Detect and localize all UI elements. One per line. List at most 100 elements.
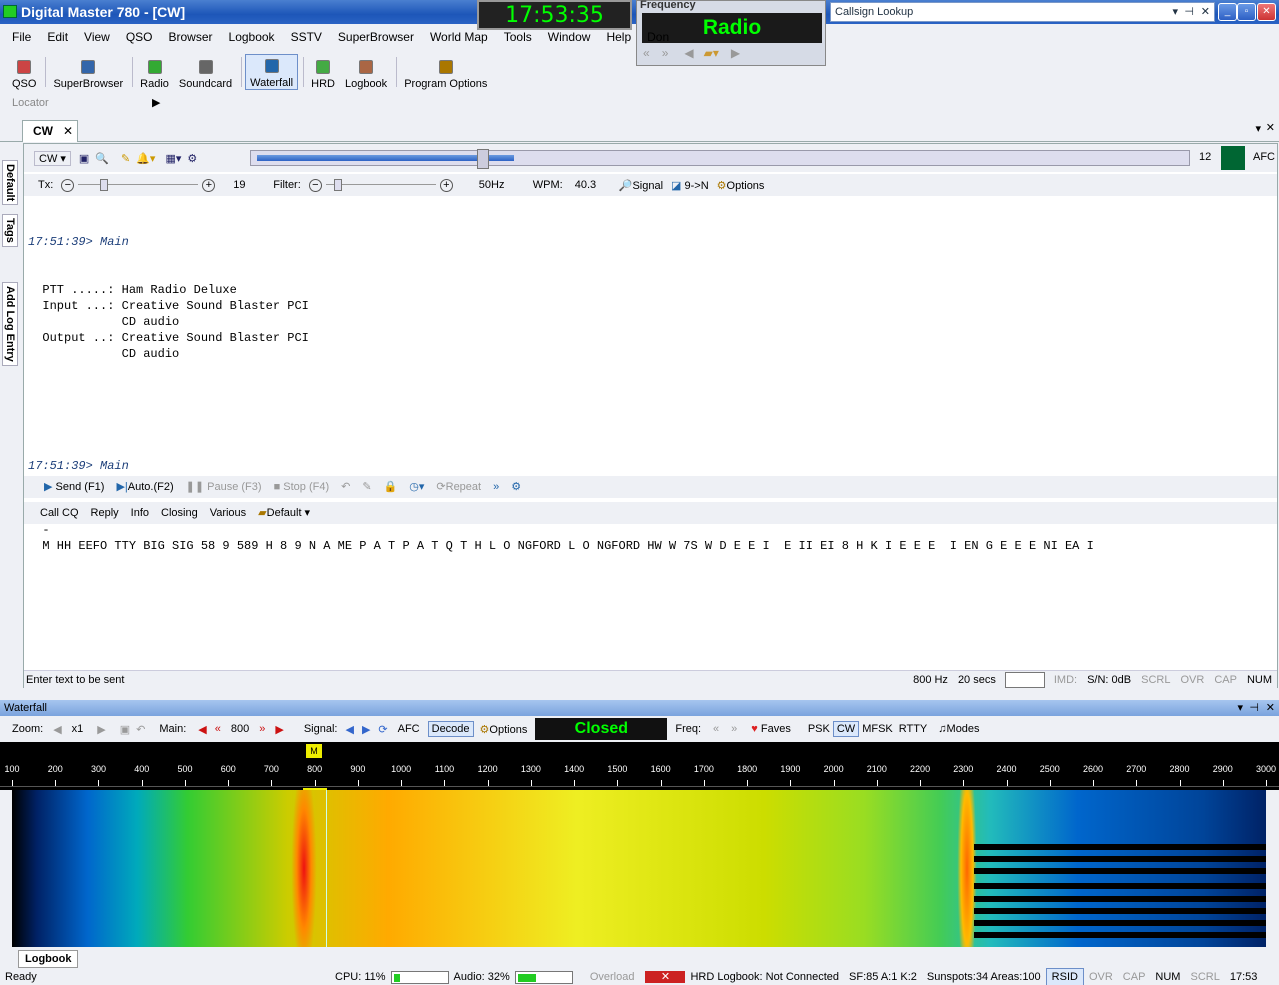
settings-icon[interactable]: ⚙: [505, 476, 527, 498]
mode-psk-button[interactable]: PSK: [805, 722, 833, 736]
tab-cw[interactable]: CW ✕: [22, 120, 78, 142]
toolbar-radio-button[interactable]: Radio: [136, 54, 173, 90]
mode-rtty-button[interactable]: RTTY: [896, 722, 931, 736]
tx-increase-button[interactable]: +: [202, 178, 216, 192]
macro-call-cq-button[interactable]: Call CQ: [34, 502, 85, 524]
macro-reply-button[interactable]: Reply: [85, 502, 125, 524]
toolbar-logbook-button[interactable]: Logbook: [341, 54, 391, 90]
eraser-icon[interactable]: ✎: [356, 476, 377, 498]
layout-icon[interactable]: ▦▾: [165, 152, 181, 165]
close-icon[interactable]: ✕: [1201, 3, 1210, 21]
zoom-out-icon[interactable]: ◀: [53, 723, 61, 736]
menu-tools[interactable]: Tools: [496, 27, 540, 48]
rsid-toggle[interactable]: RSID: [1045, 968, 1084, 985]
menu-qso[interactable]: QSO: [118, 27, 161, 48]
modes-button[interactable]: ♫Modes: [938, 723, 979, 735]
close-icon[interactable]: ✕: [1266, 700, 1275, 716]
step-back-icon[interactable]: ◀: [198, 723, 206, 736]
wf-options-button[interactable]: ⚙Options: [480, 723, 528, 736]
repeat-button[interactable]: ⟳Repeat: [430, 476, 487, 498]
menu-edit[interactable]: Edit: [39, 27, 76, 48]
settings-icon[interactable]: ⚙: [187, 152, 197, 165]
decode-button[interactable]: Decode: [427, 721, 474, 737]
tab-logbook[interactable]: Logbook: [18, 950, 79, 968]
mode-cw-button[interactable]: CW: [832, 721, 860, 737]
side-tab-add-log-entry[interactable]: Add Log Entry: [2, 282, 18, 366]
options-button[interactable]: ⚙Options: [717, 179, 765, 192]
menu-view[interactable]: View: [76, 27, 118, 48]
toolbar-superbrowser-button[interactable]: SuperBrowser: [49, 54, 127, 90]
toolbar-waterfall-button[interactable]: Waterfall: [245, 54, 299, 90]
chevron-down-icon[interactable]: ▾: [1237, 700, 1243, 716]
mode-mfsk-button[interactable]: MFSK: [859, 722, 896, 736]
side-tab-default[interactable]: Default: [2, 160, 18, 206]
macro-various-button[interactable]: Various: [204, 502, 252, 524]
toolbar-soundcard-button[interactable]: Soundcard: [175, 54, 236, 90]
stop-button[interactable]: ■ Stop (F4): [268, 476, 336, 498]
pin-icon[interactable]: ⊣: [1184, 3, 1194, 21]
toolbar-hrd-button[interactable]: HRD: [307, 54, 339, 90]
toolbar-qso-button[interactable]: QSO: [8, 54, 40, 90]
filter-decrease-button[interactable]: −: [308, 178, 322, 192]
receive-text-area[interactable]: 17:51:39> Main PTT .....: Ham Radio Delu…: [28, 202, 1268, 586]
maximize-button[interactable]: ▫: [1237, 3, 1256, 21]
expand-icon[interactable]: »: [487, 476, 505, 498]
tuning-slider-knob[interactable]: [477, 149, 489, 169]
signal-prev-icon[interactable]: ◀: [345, 723, 353, 736]
fast-back-icon[interactable]: «: [215, 723, 221, 735]
freq-next-icon[interactable]: »: [731, 723, 737, 735]
pause-button[interactable]: ❚❚ Pause (F3): [180, 476, 268, 498]
menu-window[interactable]: Window: [540, 27, 599, 48]
filter-slider[interactable]: [325, 179, 436, 191]
menu-world-map[interactable]: World Map: [422, 27, 496, 48]
macro-closing-button[interactable]: Closing: [155, 502, 204, 524]
nine-n-button[interactable]: ◪ 9->N: [671, 179, 709, 192]
menu-sstv[interactable]: SSTV: [283, 27, 330, 48]
preview-icon[interactable]: 🔍: [95, 152, 109, 165]
clear-icon[interactable]: ▣: [120, 723, 130, 736]
close-panel-icon[interactable]: ✕: [1266, 121, 1275, 134]
mode-selector[interactable]: CW ▾: [34, 150, 71, 166]
chevron-down-icon[interactable]: ▾: [1172, 3, 1178, 21]
bell-icon[interactable]: 🔔▾: [136, 152, 155, 165]
tuning-slider[interactable]: [250, 149, 1190, 169]
signal-next-icon[interactable]: ▶: [362, 723, 370, 736]
minimize-button[interactable]: _: [1218, 3, 1237, 21]
send-text-prompt[interactable]: Enter text to be sent: [24, 671, 908, 689]
main-marker[interactable]: M: [306, 744, 322, 758]
freq-prev-icon[interactable]: «: [713, 723, 719, 735]
pin-icon[interactable]: ⊣: [1249, 700, 1259, 716]
menu-help[interactable]: Help: [598, 27, 639, 48]
callsign-lookup[interactable]: Callsign Lookup ▾ ⊣ ✕: [830, 2, 1215, 22]
macro-info-button[interactable]: Info: [125, 502, 155, 524]
fast-forward-icon[interactable]: »: [259, 723, 265, 735]
save-icon[interactable]: ▣: [79, 152, 89, 165]
tx-decrease-button[interactable]: −: [61, 178, 75, 192]
close-button[interactable]: ✕: [1257, 3, 1276, 21]
lock-icon[interactable]: 🔒: [378, 476, 404, 498]
step-forward-icon[interactable]: ▶: [275, 723, 283, 736]
tabs-dropdown-icon[interactable]: ▾: [1255, 122, 1261, 135]
zoom-in-icon[interactable]: ▶: [97, 723, 105, 736]
auto-button[interactable]: ▶|Auto.(F2): [110, 476, 179, 498]
eraser-icon[interactable]: ✎: [121, 152, 130, 165]
expand-arrow-icon[interactable]: ▶: [152, 94, 160, 112]
tx-slider[interactable]: [78, 179, 199, 191]
menu-browser[interactable]: Browser: [161, 27, 221, 48]
menu-logbook[interactable]: Logbook: [221, 27, 283, 48]
menu-file[interactable]: File: [4, 27, 39, 48]
menu-superbrowser[interactable]: SuperBrowser: [330, 27, 422, 48]
macro-set-dropdown[interactable]: ▰Default ▾: [252, 502, 316, 524]
undo-icon[interactable]: ↶: [335, 476, 356, 498]
faves-button[interactable]: ♥ Faves: [751, 723, 791, 735]
timer-icon[interactable]: ◷▾: [403, 476, 430, 498]
undo-icon[interactable]: ↶: [136, 723, 145, 736]
close-tab-icon[interactable]: ✕: [63, 121, 73, 141]
main-frequency-value[interactable]: 800: [231, 723, 249, 735]
send-button[interactable]: ▶ Send (F1): [38, 476, 110, 498]
refresh-icon[interactable]: ⟳: [378, 723, 387, 736]
waterfall-display[interactable]: [12, 790, 1266, 947]
toolbar-program-options-button[interactable]: Program Options: [400, 54, 491, 90]
filter-increase-button[interactable]: +: [439, 178, 453, 192]
side-tab-tags[interactable]: Tags: [2, 214, 18, 247]
